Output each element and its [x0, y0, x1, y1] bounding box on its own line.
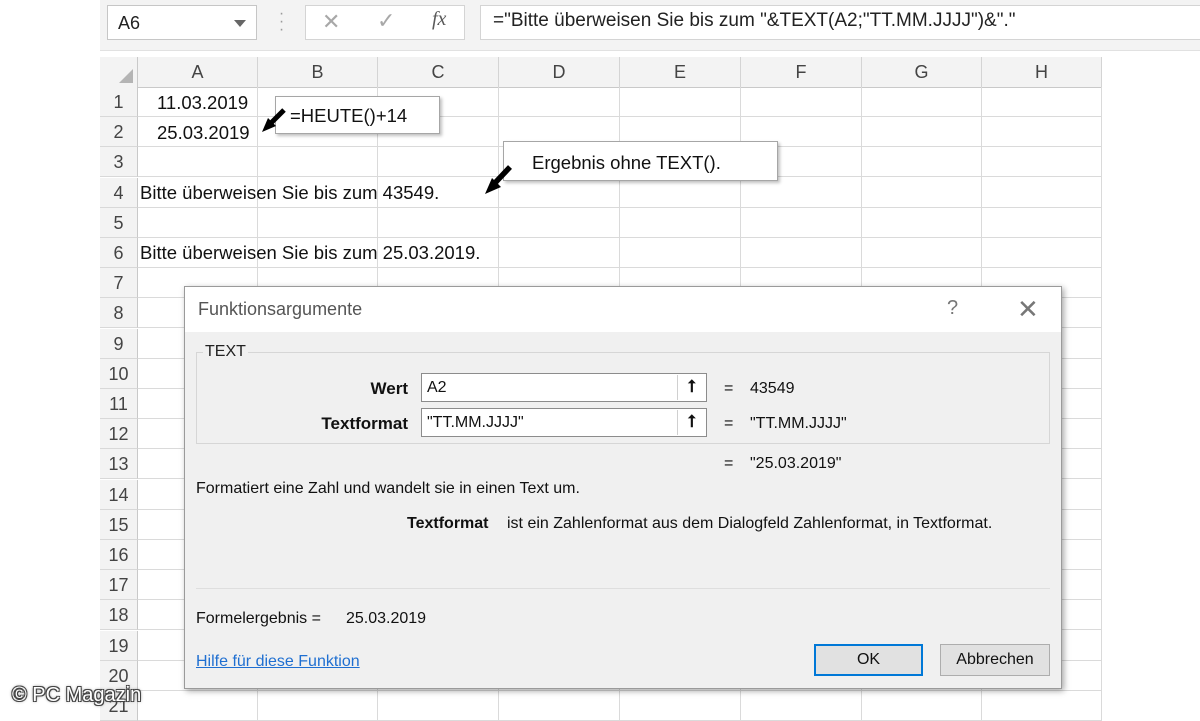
- fx-icon[interactable]: fx: [432, 8, 446, 31]
- cell-a6[interactable]: Bitte überweisen Sie bis zum 25.03.2019.: [140, 242, 480, 264]
- close-icon[interactable]: ✕: [1017, 294, 1039, 325]
- function-result: "25.03.2019": [750, 455, 842, 472]
- column-header-c[interactable]: C: [378, 57, 499, 87]
- grid-vline: [1101, 87, 1102, 720]
- cell-a2[interactable]: 25.03.2019: [157, 122, 250, 144]
- row-header-3[interactable]: 3: [100, 147, 138, 178]
- arg-input-wert[interactable]: A2 ⭡: [421, 373, 707, 402]
- arg-help-name: Textformat: [407, 515, 489, 532]
- name-box[interactable]: A6: [107, 5, 257, 40]
- row-header-5[interactable]: 5: [100, 207, 138, 238]
- equals-sign: =: [724, 455, 734, 472]
- callout-heute-text: =HEUTE()+14: [290, 105, 408, 126]
- select-all-icon: [119, 69, 133, 83]
- row-header-15[interactable]: 15: [100, 509, 138, 540]
- row-header-12[interactable]: 12: [100, 419, 138, 450]
- formula-result-label: Formelergebnis =: [196, 610, 321, 627]
- column-header-e[interactable]: E: [620, 57, 741, 87]
- equals-sign: =: [724, 415, 734, 432]
- row-header-18[interactable]: 18: [100, 600, 138, 631]
- cell-a1[interactable]: 11.03.2019: [157, 92, 248, 114]
- collapse-arrow-up-icon[interactable]: ⭡: [677, 375, 705, 400]
- function-description: Formatiert eine Zahl und wandelt sie in …: [196, 480, 580, 497]
- column-header-a[interactable]: A: [138, 57, 258, 87]
- grid-hline: [138, 267, 1102, 268]
- name-box-value: A6: [118, 13, 141, 33]
- grid-hline: [138, 689, 1102, 691]
- help-icon[interactable]: ?: [947, 297, 958, 320]
- row-header-2[interactable]: 2: [100, 117, 138, 148]
- row-header-1[interactable]: 1: [100, 87, 138, 117]
- ok-button[interactable]: OK: [814, 644, 923, 676]
- row-header-4[interactable]: 4: [100, 177, 138, 208]
- formula-text: ="Bitte überweisen Sie bis zum "&TEXT(A2…: [493, 10, 1016, 31]
- arg-label-wert: Wert: [370, 379, 408, 398]
- chevron-down-icon[interactable]: [234, 20, 246, 27]
- cancel-button[interactable]: Abbrechen: [940, 644, 1050, 676]
- check-icon[interactable]: ✓: [377, 8, 395, 34]
- row-header-10[interactable]: 10: [100, 358, 138, 389]
- select-all-button[interactable]: [100, 57, 138, 87]
- row-header-19[interactable]: 19: [100, 630, 138, 661]
- dialog-title: Funktionsargumente: [198, 299, 363, 319]
- dialog-titlebar: Funktionsargumente ? ✕: [185, 287, 1061, 332]
- column-header-h[interactable]: H: [982, 57, 1102, 87]
- arg-input-textformat[interactable]: "TT.MM.JJJJ" ⭡: [421, 408, 707, 437]
- row-header-9[interactable]: 9: [100, 328, 138, 359]
- grid-hline: [138, 206, 1102, 208]
- formula-result-value: 25.03.2019: [346, 610, 427, 627]
- grip-dots-icon: · · ·: [278, 5, 284, 38]
- arg-result-wert: 43549: [750, 380, 795, 397]
- divider: [196, 588, 1050, 589]
- copyright-watermark: © PC Magazin: [12, 684, 142, 706]
- close-icon[interactable]: ✕: [322, 9, 340, 35]
- grid-hline: [138, 236, 1102, 238]
- row-header-17[interactable]: 17: [100, 570, 138, 601]
- function-arguments-dialog: Funktionsargumente ? ✕ TEXT Wert A2 ⭡ = …: [184, 286, 1062, 689]
- arg-input-wert-value: A2: [427, 379, 447, 396]
- row-header-16[interactable]: 16: [100, 540, 138, 570]
- row-header-7[interactable]: 7: [100, 268, 138, 299]
- row-header-8[interactable]: 8: [100, 298, 138, 329]
- row-header-14[interactable]: 14: [100, 479, 138, 510]
- equals-sign: =: [724, 380, 734, 397]
- column-header-f[interactable]: F: [741, 57, 862, 87]
- help-link[interactable]: Hilfe für diese Funktion: [196, 653, 360, 671]
- row-header-13[interactable]: 13: [100, 449, 138, 480]
- callout-ohne-text-text: Ergebnis ohne TEXT().: [532, 152, 721, 173]
- row-header-6[interactable]: 6: [100, 238, 138, 268]
- column-header-g[interactable]: G: [862, 57, 982, 87]
- column-header-d[interactable]: D: [499, 57, 620, 87]
- arg-label-textformat: Textformat: [321, 414, 408, 433]
- arg-result-textformat: "TT.MM.JJJJ": [750, 415, 847, 432]
- arrow-icon: [485, 165, 512, 194]
- cell-a4[interactable]: Bitte überweisen Sie bis zum 43549.: [140, 182, 439, 204]
- column-header-b[interactable]: B: [258, 57, 378, 87]
- collapse-arrow-up-icon[interactable]: ⭡: [677, 410, 705, 435]
- arg-help-text: ist ein Zahlenformat aus dem Dialogfeld …: [507, 515, 993, 532]
- callout-ohne-text: Ergebnis ohne TEXT().: [503, 141, 778, 181]
- arg-input-textformat-value: "TT.MM.JJJJ": [427, 414, 524, 431]
- callout-heute: =HEUTE()+14: [275, 96, 440, 134]
- row-header-11[interactable]: 11: [100, 389, 138, 419]
- arrow-icon: [262, 108, 286, 132]
- function-name: TEXT: [203, 343, 248, 361]
